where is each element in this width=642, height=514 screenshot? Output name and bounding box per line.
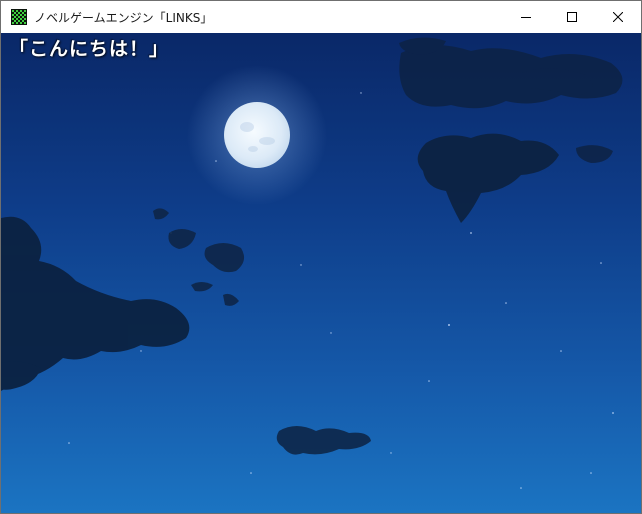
app-window: ノベルゲームエンジン「LINKS」 「こんにちは！」 [0,0,642,514]
title-bar[interactable]: ノベルゲームエンジン「LINKS」 [1,1,641,33]
maximize-icon [567,12,577,22]
close-icon [613,12,623,22]
window-title: ノベルゲームエンジン「LINKS」 [34,10,213,25]
window-controls [503,1,641,33]
moon [224,102,290,168]
game-screen[interactable]: 「こんにちは！」 [1,33,641,513]
minimize-button[interactable] [503,1,549,33]
maximize-button[interactable] [549,1,595,33]
night-sky-background [1,33,641,513]
app-grid-icon [11,9,27,25]
minimize-icon [521,17,531,18]
dialogue-text: 「こんにちは！」 [9,38,170,60]
close-button[interactable] [595,1,641,33]
